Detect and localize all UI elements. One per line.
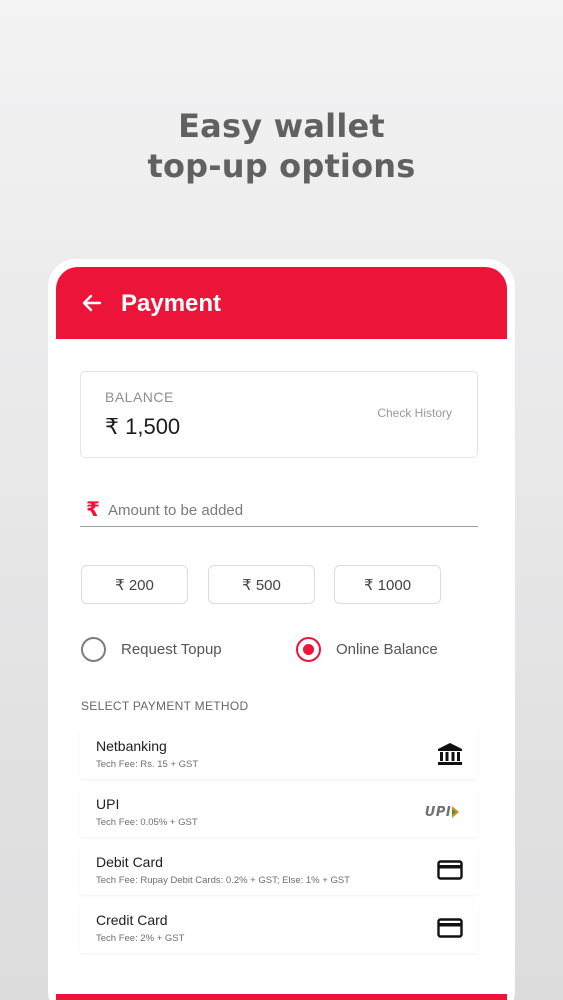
upi-logo-text: UPI xyxy=(424,804,452,820)
rupee-icon: ₹ xyxy=(86,499,100,521)
payment-method-credit-card[interactable]: Credit Card Tech Fee: 2% + GST xyxy=(80,903,478,953)
phone-screen: Payment BALANCE ₹ 1,500 Check History ₹ … xyxy=(48,259,515,1000)
bank-icon xyxy=(436,741,464,767)
payment-method-netbanking[interactable]: Netbanking Tech Fee: Rs. 15 + GST xyxy=(80,729,478,779)
payment-method-upi[interactable]: UPI Tech Fee: 0.05% + GST UPI xyxy=(80,787,478,837)
radio-online-balance[interactable] xyxy=(296,637,321,662)
proceed-button[interactable] xyxy=(56,994,507,1000)
payment-method-name: Debit Card xyxy=(96,854,163,870)
radio-request-topup[interactable] xyxy=(81,637,106,662)
card-icon xyxy=(436,915,464,941)
payment-method-name: Netbanking xyxy=(96,738,167,754)
balance-label: BALANCE xyxy=(105,389,174,405)
card-icon xyxy=(436,857,464,883)
payment-method-heading: SELECT PAYMENT METHOD xyxy=(81,699,249,713)
quick-amount-500[interactable]: ₹ 500 xyxy=(208,565,315,604)
promo-line-2: top-up options xyxy=(147,147,416,185)
radio-label-online-balance[interactable]: Online Balance xyxy=(336,641,438,658)
amount-input[interactable] xyxy=(108,499,468,521)
quick-amount-1000[interactable]: ₹ 1000 xyxy=(334,565,441,604)
app-bar: Payment xyxy=(56,267,507,339)
payment-method-fee: Tech Fee: 2% + GST xyxy=(96,933,185,944)
arrow-left-icon[interactable] xyxy=(80,291,104,315)
balance-value: ₹ 1,500 xyxy=(105,414,181,439)
upi-logo-icon: UPI xyxy=(420,799,464,825)
payment-method-fee: Tech Fee: Rupay Debit Cards: 0.2% + GST;… xyxy=(96,875,350,886)
check-history-link[interactable]: Check History xyxy=(377,406,452,420)
payment-method-name: Credit Card xyxy=(96,912,168,928)
balance-card: BALANCE ₹ 1,500 Check History xyxy=(80,371,478,458)
radio-label-request-topup[interactable]: Request Topup xyxy=(121,641,222,658)
promo-headline: Easy wallet top-up options xyxy=(0,106,563,186)
quick-amount-200[interactable]: ₹ 200 xyxy=(81,565,188,604)
payment-method-debit-card[interactable]: Debit Card Tech Fee: Rupay Debit Cards: … xyxy=(80,845,478,895)
amount-field[interactable]: ₹ xyxy=(80,497,478,527)
payment-method-name: UPI xyxy=(96,796,120,812)
payment-method-fee: Tech Fee: 0.05% + GST xyxy=(96,817,198,828)
page-title: Payment xyxy=(121,290,222,317)
promo-line-1: Easy wallet xyxy=(178,107,385,145)
payment-method-fee: Tech Fee: Rs. 15 + GST xyxy=(96,759,199,770)
